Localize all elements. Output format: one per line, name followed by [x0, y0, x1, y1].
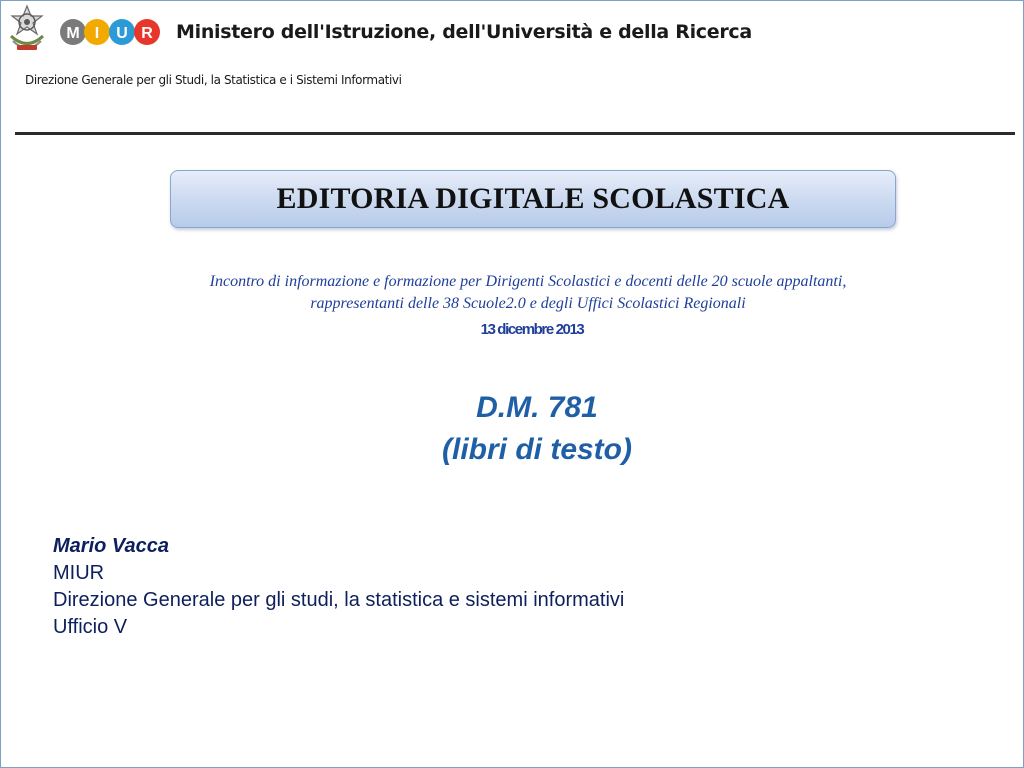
italian-republic-emblem-icon: [9, 4, 45, 50]
logo-letter-m: M: [66, 25, 79, 42]
presentation-title: EDITORIA DIGITALE SCOLASTICA: [276, 182, 790, 215]
logo-letter-r: R: [141, 25, 153, 42]
author-organization: MIUR: [53, 562, 105, 584]
title-banner: EDITORIA DIGITALE SCOLASTICA: [170, 170, 896, 228]
author-name: Mario Vacca: [53, 535, 169, 557]
decree-heading: D.M. 781 (libri di testo): [1, 387, 1024, 471]
author-office: Ufficio V: [53, 616, 128, 638]
event-description: Incontro di informazione e formazione pe…: [1, 271, 1024, 315]
miur-logo: M I U R: [60, 19, 160, 45]
header-divider: [15, 132, 1015, 135]
ministry-title: Ministero dell'Istruzione, dell'Universi…: [176, 21, 752, 43]
event-description-line-2: rappresentanti delle 38 Scuole2.0 e degl…: [310, 295, 746, 312]
author-department: Direzione Generale per gli studi, la sta…: [53, 589, 625, 611]
slide: M I U R Ministero dell'Istruzione, dell'…: [0, 0, 1024, 768]
decree-subject: (libri di testo): [442, 433, 632, 466]
author-block: Mario Vacca MIUR Direzione Generale per …: [53, 533, 624, 641]
logo-letter-u: U: [116, 25, 128, 42]
decree-number: D.M. 781: [476, 391, 598, 424]
event-date: 13 dicembre 2013: [480, 321, 585, 338]
logo-letter-i: I: [95, 25, 99, 42]
directorate-subtitle: Direzione Generale per gli Studi, la Sta…: [25, 73, 402, 87]
event-description-line-1: Incontro di informazione e formazione pe…: [209, 273, 847, 290]
